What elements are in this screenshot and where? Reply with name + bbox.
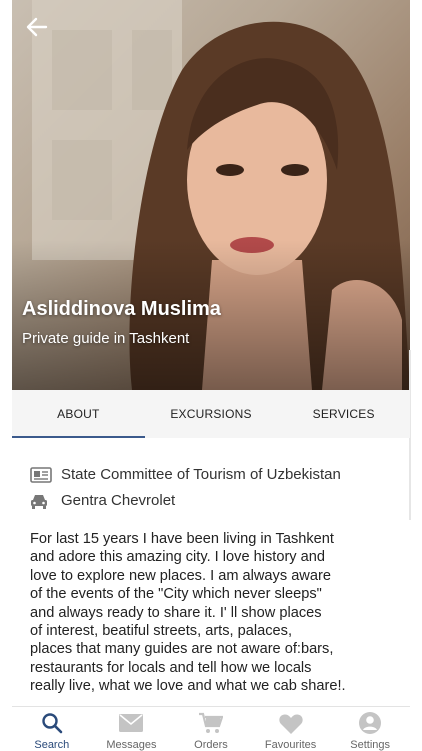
nav-label: Settings bbox=[350, 739, 391, 751]
cart-icon bbox=[198, 711, 223, 735]
bio-line: and adore this amazing city. I love hist… bbox=[30, 549, 326, 566]
bottom-navigation: Search Messages Orders Favourites Settin… bbox=[12, 706, 410, 751]
nav-label: Favourites bbox=[264, 739, 317, 751]
tab-about[interactable]: ABOUT bbox=[12, 390, 145, 438]
bio-line: really live, what we love and what we ca… bbox=[30, 678, 346, 695]
profile-tabs: ABOUT EXCURSIONS SERVICES bbox=[12, 390, 410, 438]
heart-icon bbox=[278, 711, 303, 735]
nav-search[interactable]: Search bbox=[12, 707, 92, 751]
bio-line: For last 15 years I have been living in … bbox=[30, 531, 334, 547]
car-row: Gentra Chevrolet bbox=[30, 492, 175, 509]
bio-line: of the events of the "City which never s… bbox=[30, 586, 322, 603]
bio-text: For last 15 years I have been living in … bbox=[30, 530, 396, 696]
back-button[interactable] bbox=[26, 16, 54, 44]
nav-messages[interactable]: Messages bbox=[92, 707, 172, 751]
car-text: Gentra Chevrolet bbox=[61, 492, 176, 509]
guide-role: Private guide in Tashkent bbox=[22, 330, 190, 347]
bio-line: love to explore new places. I am always … bbox=[30, 567, 331, 584]
guide-name: Asliddinova Muslima bbox=[22, 298, 221, 320]
user-icon bbox=[359, 711, 382, 735]
tab-services[interactable]: SERVICES bbox=[277, 390, 410, 438]
nav-label: Messages bbox=[106, 739, 157, 751]
search-icon bbox=[41, 711, 63, 735]
nav-label: Orders bbox=[194, 739, 228, 751]
organization-text: State Committee of Tourism of Uzbekistan bbox=[61, 466, 341, 483]
bio-line: of interest, beatiful streets, arts, pal… bbox=[30, 623, 293, 640]
car-icon bbox=[30, 493, 52, 509]
nav-orders[interactable]: Orders bbox=[171, 707, 251, 751]
bio-line: and always ready to share it. I' ll show… bbox=[30, 604, 322, 621]
nav-label: Search bbox=[34, 739, 70, 751]
profile-hero: Asliddinova Muslima Private guide in Tas… bbox=[12, 0, 410, 390]
mail-icon bbox=[119, 711, 144, 735]
organization-row: State Committee of Tourism of Uzbekistan bbox=[30, 466, 341, 483]
id-card-icon bbox=[30, 466, 52, 483]
bio-line: places that many guides are not aware of… bbox=[30, 641, 334, 658]
nav-settings[interactable]: Settings bbox=[330, 707, 410, 751]
tab-excursions[interactable]: EXCURSIONS bbox=[145, 390, 278, 438]
nav-favourites[interactable]: Favourites bbox=[251, 707, 331, 751]
bio-line: restaurants for locals and tell how we l… bbox=[30, 659, 312, 676]
